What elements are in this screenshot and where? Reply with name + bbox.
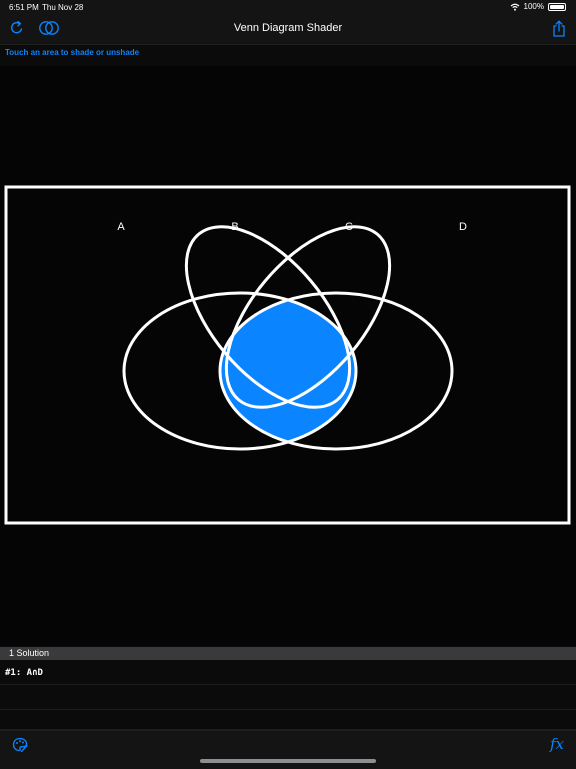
solution-row-empty [0,710,576,730]
nav-bar: Venn Diagram Shader [0,14,576,45]
set-label-d: D [459,221,467,233]
share-icon [553,20,565,37]
status-date: Thu Nov 28 [42,3,84,12]
diagram-canvas[interactable]: A B C D [0,66,576,646]
battery-percent: 100% [523,2,544,11]
solution-row[interactable]: #1: A∩D [0,660,576,685]
wifi-icon [510,3,519,11]
home-indicator[interactable] [200,759,376,763]
instruction-hint: Touch an area to shade or unshade [5,48,140,57]
battery-icon [548,2,566,11]
formula-button[interactable]: fx [550,735,564,753]
set-label-c: C [345,221,353,233]
palette-button[interactable] [12,737,28,758]
solutions-header: 1 Solution [0,647,576,660]
share-button[interactable] [552,20,566,42]
venn-diagram[interactable]: A B C D [0,66,576,646]
palette-icon [12,737,28,753]
solution-text: #1: A∩D [5,668,43,678]
status-right: 100% [510,2,566,11]
status-bar: 6:51 PM Thu Nov 28 100% [0,0,576,14]
page-title: Venn Diagram Shader [233,22,343,34]
set-label-b: B [231,221,238,233]
solution-row-empty [0,685,576,710]
bottom-toolbar: fx [0,730,576,769]
status-time: 6:51 PM [9,3,39,12]
solutions-count: 1 Solution [9,648,50,658]
set-label-a: A [117,221,125,233]
